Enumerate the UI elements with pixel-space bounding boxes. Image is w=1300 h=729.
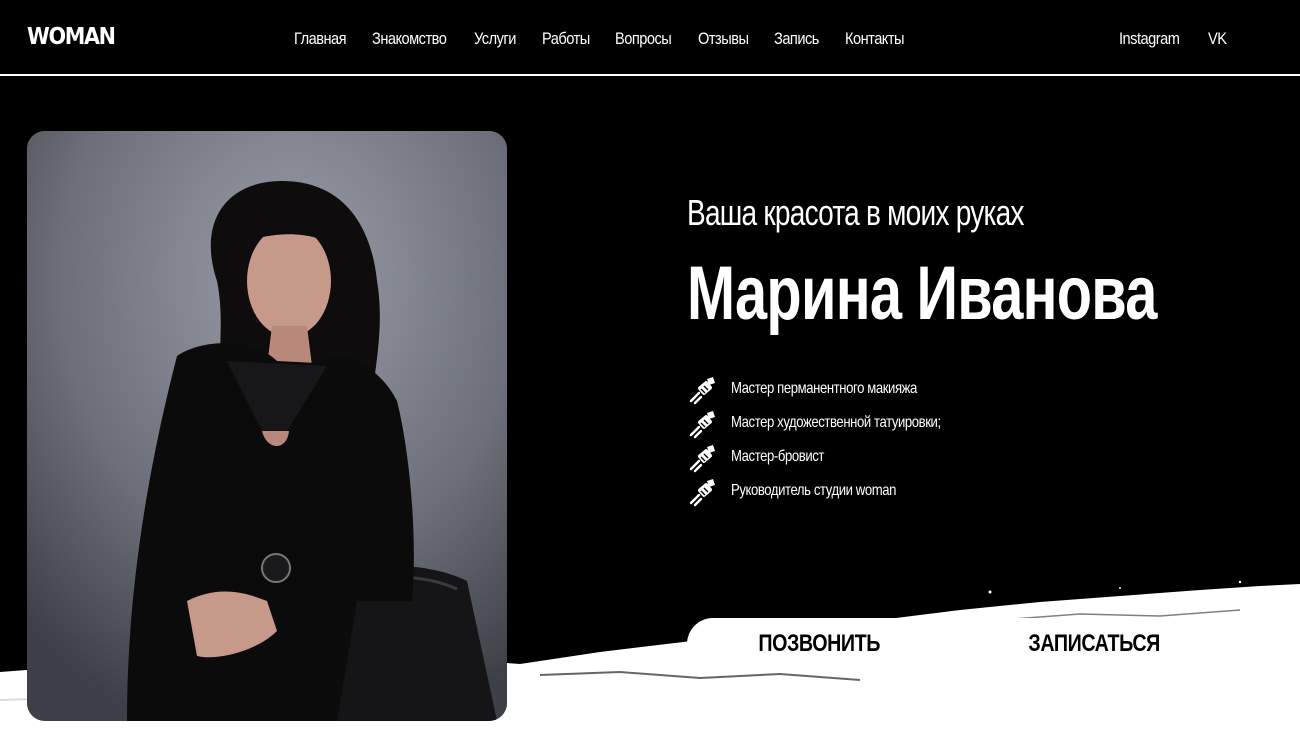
nav-link-contacts[interactable]: Контакты (845, 29, 905, 49)
nav-link-about[interactable]: Знакомство (372, 29, 460, 49)
tattoo-machine-icon (689, 479, 715, 507)
hero-subtitle: Ваша красота в моих руках (687, 192, 1024, 233)
feature-list: Мастер перманентного макияжа Мастер худо… (687, 372, 987, 508)
instagram-link[interactable]: Instagram (1119, 29, 1196, 49)
list-item: Мастер-бровист (687, 440, 987, 474)
list-item: Мастер художественной татуировки; (687, 406, 987, 440)
nav-link-questions[interactable]: Вопросы (615, 29, 686, 49)
list-item: Мастер перманентного макияжа (687, 372, 987, 406)
nav-link-home[interactable]: Главная (294, 29, 361, 49)
book-button[interactable]: ЗАПИСАТЬСЯ (962, 618, 1227, 670)
feature-text: Мастер перманентного макияжа (731, 380, 917, 397)
portrait-illustration (27, 131, 507, 721)
book-button-label: ЗАПИСАТЬСЯ (1028, 630, 1161, 657)
social-links: Instagram VK (1119, 29, 1229, 49)
call-button-label: ПОЗВОНИТЬ (758, 630, 881, 657)
vk-link[interactable]: VK (1208, 29, 1227, 49)
hero-name: Марина Иванова (687, 251, 1157, 336)
list-item: Руководитель студии woman (687, 474, 987, 508)
nav-link-works[interactable]: Работы (542, 29, 605, 49)
nav-link-services[interactable]: Услуги (474, 29, 532, 49)
nav-link-booking[interactable]: Запись (774, 29, 835, 49)
tattoo-machine-icon (689, 377, 715, 405)
call-button[interactable]: ПОЗВОНИТЬ (687, 618, 952, 670)
feature-text: Мастер-бровист (731, 448, 824, 465)
site-header: WOMAN Главная Знакомство Услуги Работы В… (0, 0, 1300, 76)
logo[interactable]: WOMAN (27, 24, 116, 50)
feature-text: Мастер художественной татуировки; (731, 414, 941, 431)
tattoo-machine-icon (689, 445, 715, 473)
feature-text: Руководитель студии woman (731, 482, 897, 499)
nav-link-reviews[interactable]: Отзывы (698, 29, 763, 49)
main-nav: Главная Знакомство Услуги Работы Вопросы… (294, 29, 914, 49)
tattoo-machine-icon (689, 411, 715, 439)
portrait-photo (27, 131, 507, 721)
